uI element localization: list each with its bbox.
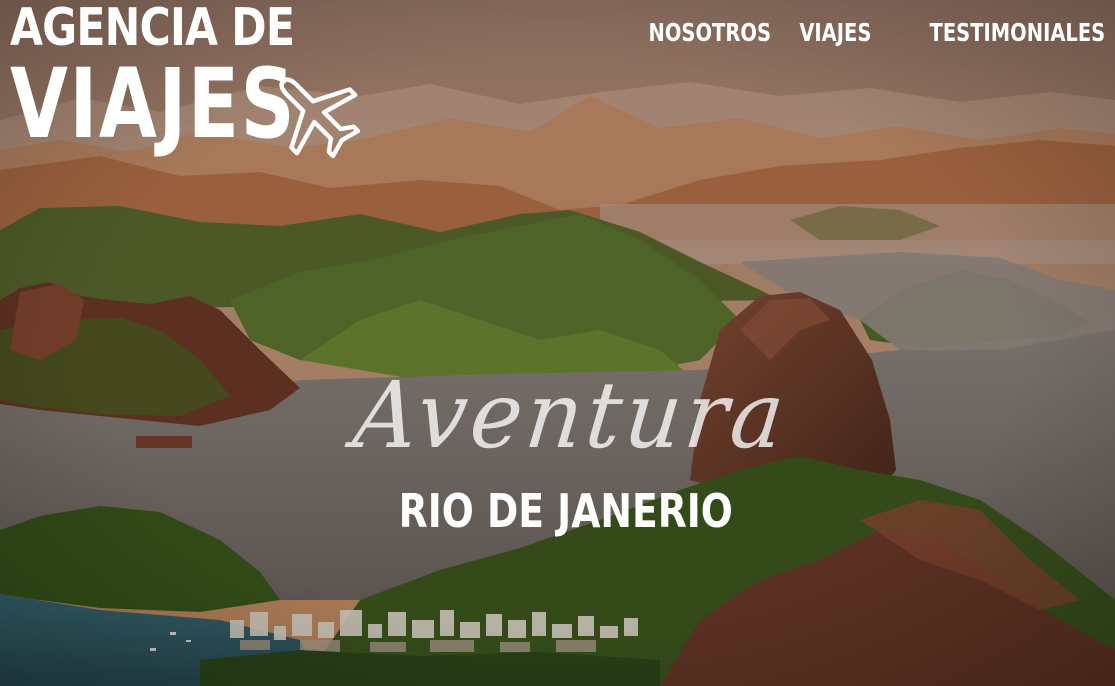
hero-section: AGENCIA DE VIAJES NOSOTROS VIAJES TESTIM… xyxy=(0,0,1115,686)
hero-destination: RIO DE JANERIO xyxy=(0,484,1115,538)
main-nav: NOSOTROS VIAJES TESTIMONIALES xyxy=(636,18,1105,47)
airplane-icon xyxy=(266,64,364,162)
site-header: AGENCIA DE VIAJES NOSOTROS VIAJES TESTIM… xyxy=(0,0,1115,160)
nav-link-nosotros[interactable]: NOSOTROS xyxy=(649,18,771,47)
logo-line-1: AGENCIA DE xyxy=(10,0,295,58)
hero-destination-label: RIO DE JANERIO xyxy=(398,484,733,538)
hero-tagline: Aventura xyxy=(348,362,793,469)
nav-link-testimoniales[interactable]: TESTIMONIALES xyxy=(929,18,1105,47)
nav-link-viajes[interactable]: VIAJES xyxy=(800,18,872,47)
logo-line-2: VIAJES xyxy=(10,48,297,160)
